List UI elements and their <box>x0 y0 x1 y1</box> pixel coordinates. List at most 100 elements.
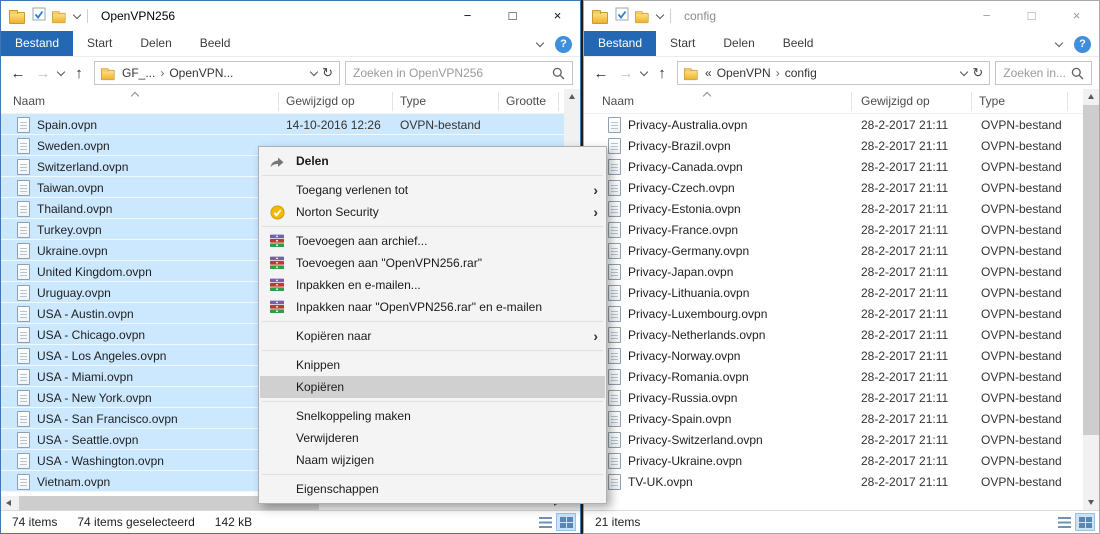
scroll-down-arrow[interactable] <box>1083 495 1099 510</box>
ribbon-tab-start[interactable]: Start <box>73 31 126 56</box>
help-icon[interactable]: ? <box>555 35 572 53</box>
ribbon-tab-beeld[interactable]: Beeld <box>186 31 245 56</box>
menu-item-knippen[interactable]: Knippen <box>260 354 605 376</box>
vertical-scrollbar-thumb[interactable] <box>1083 105 1099 435</box>
quick-access-chevron-icon[interactable] <box>72 10 82 19</box>
file-row-privacy-romania-ovpn[interactable]: Privacy-Romania.ovpn 28-2-2017 21:11 OVPN-… <box>584 366 1083 387</box>
ribbon-tab-bestand[interactable]: Bestand <box>1 31 74 56</box>
ribbon-tab-delen[interactable]: Delen <box>126 31 185 56</box>
quick-access-folder-icon[interactable] <box>635 10 649 23</box>
column-header-modified[interactable]: Gewijzigd op <box>861 94 930 108</box>
menu-item-kopi-ren-naar[interactable]: Kopiëren naar › <box>260 325 605 347</box>
column-header-type[interactable]: Type <box>400 94 426 108</box>
refresh-icon[interactable]: ↻ <box>322 65 333 81</box>
breadcrumb-overflow[interactable]: « <box>705 66 712 80</box>
ribbon-tab-start[interactable]: Start <box>656 31 709 56</box>
ribbon-tab-bestand[interactable]: Bestand <box>584 31 657 56</box>
menu-item-snelkoppeling-maken[interactable]: Snelkoppeling maken <box>260 405 605 427</box>
column-header-type[interactable]: Type <box>979 94 1005 108</box>
menu-item-norton-security[interactable]: Norton Security › <box>260 201 605 223</box>
menu-item-inpakken-naar-openvpn256-rar-en-e-mailen[interactable]: Inpakken naar "OpenVPN256.rar" en e-mail… <box>260 296 605 318</box>
address-bar[interactable]: « OpenVPN › config ↻ <box>677 61 991 85</box>
ribbon-tab-delen[interactable]: Delen <box>709 31 768 56</box>
file-row-privacy-luxembourg-ovpn[interactable]: Privacy-Luxembourg.ovpn 28-2-2017 21:11 OV… <box>584 303 1083 324</box>
file-row-privacy-spain-ovpn[interactable]: Privacy-Spain.ovpn 28-2-2017 21:11 OVPN-be… <box>584 408 1083 429</box>
file-row-privacy-japan-ovpn[interactable]: Privacy-Japan.ovpn 28-2-2017 21:11 OVPN-be… <box>584 261 1083 282</box>
thumbnails-view-button[interactable] <box>1075 513 1095 531</box>
quick-access-chevron-icon[interactable] <box>655 10 665 19</box>
help-icon[interactable]: ? <box>1074 35 1091 53</box>
menu-item-toegang-verlenen-tot[interactable]: Toegang verlenen tot › <box>260 179 605 201</box>
breadcrumb-segment[interactable]: OpenVPN <box>717 66 771 80</box>
quick-access-folder-icon[interactable] <box>52 10 66 23</box>
ribbon-collapse-icon[interactable] <box>535 38 545 47</box>
close-button[interactable]: × <box>535 1 580 30</box>
vertical-scrollbar[interactable] <box>1083 89 1099 510</box>
file-row-privacy-russia-ovpn[interactable]: Privacy-Russia.ovpn 28-2-2017 21:11 OVPN-b… <box>584 387 1083 408</box>
up-button[interactable]: ↑ <box>69 66 89 81</box>
file-row-privacy-czech-ovpn[interactable]: Privacy-Czech.ovpn 28-2-2017 21:11 OVPN-be… <box>584 177 1083 198</box>
column-header-size[interactable]: Grootte <box>506 94 546 108</box>
column-header-modified[interactable]: Gewijzigd op <box>286 94 355 108</box>
menu-item-naam-wijzigen[interactable]: Naam wijzigen <box>260 449 605 471</box>
file-row-privacy-australia-ovpn[interactable]: Privacy-Australia.ovpn 28-2-2017 21:11 OVP… <box>584 114 1083 135</box>
file-icon <box>17 242 30 259</box>
scroll-left-arrow[interactable] <box>1 496 16 510</box>
ribbon-collapse-icon[interactable] <box>1054 38 1064 47</box>
forward-button[interactable]: → <box>33 66 53 81</box>
file-row-privacy-netherlands-ovpn[interactable]: Privacy-Netherlands.ovpn 28-2-2017 21:11 O… <box>584 324 1083 345</box>
file-row-privacy-germany-ovpn[interactable]: Privacy-Germany.ovpn 28-2-2017 21:11 OVPN-… <box>584 240 1083 261</box>
address-bar[interactable]: GF_... › OpenVPN... ↻ <box>94 61 340 85</box>
quick-access-properties-icon[interactable] <box>615 7 629 26</box>
search-icon[interactable] <box>1071 67 1084 80</box>
file-row-privacy-brazil-ovpn[interactable]: Privacy-Brazil.ovpn 28-2-2017 21:11 OVPN-b… <box>584 135 1083 156</box>
search-input[interactable]: Zoeken in OpenVPN256 <box>345 61 573 85</box>
search-input[interactable]: Zoeken in... <box>995 61 1092 85</box>
file-row-privacy-lithuania-ovpn[interactable]: Privacy-Lithuania.ovpn 28-2-2017 21:11 OVP… <box>584 282 1083 303</box>
menu-item-toevoegen-aan-archief[interactable]: Toevoegen aan archief... <box>260 230 605 252</box>
column-header-name[interactable]: Naam <box>602 94 634 108</box>
file-row-privacy-ukraine-ovpn[interactable]: Privacy-Ukraine.ovpn 28-2-2017 21:11 OVPN-… <box>584 450 1083 471</box>
file-row-privacy-estonia-ovpn[interactable]: Privacy-Estonia.ovpn 28-2-2017 21:11 OVPN-… <box>584 198 1083 219</box>
history-chevron-icon[interactable] <box>56 67 66 76</box>
up-button[interactable]: ↑ <box>652 66 672 81</box>
file-row-privacy-norway-ovpn[interactable]: Privacy-Norway.ovpn 28-2-2017 21:11 OVPN-b… <box>584 345 1083 366</box>
thumbnails-view-button[interactable] <box>556 513 576 531</box>
address-dropdown-icon[interactable] <box>960 67 969 76</box>
breadcrumb-segment[interactable]: GF_... <box>122 66 155 80</box>
menu-item-eigenschappen[interactable]: Eigenschappen <box>260 478 605 500</box>
menu-item-kopi-ren[interactable]: Kopiëren <box>260 376 605 398</box>
menu-item-inpakken-en-e-mailen[interactable]: Inpakken en e-mailen... <box>260 274 605 296</box>
details-view-button[interactable] <box>1054 513 1074 531</box>
file-row-tv-uk-ovpn[interactable]: TV-UK.ovpn 28-2-2017 21:11 OVPN-bestand <box>584 471 1083 492</box>
breadcrumb-segment[interactable]: OpenVPN... <box>169 66 233 80</box>
address-dropdown-icon[interactable] <box>309 67 319 76</box>
forward-button[interactable]: → <box>616 66 636 81</box>
minimize-button[interactable]: − <box>964 1 1009 30</box>
quick-access-properties-icon[interactable] <box>32 7 46 26</box>
menu-item-verwijderen[interactable]: Verwijderen <box>260 427 605 449</box>
back-button[interactable]: ← <box>591 66 611 81</box>
maximize-button[interactable]: □ <box>1009 1 1054 30</box>
file-row-privacy-switzerland-ovpn[interactable]: Privacy-Switzerland.ovpn 28-2-2017 21:11 O… <box>584 429 1083 450</box>
scroll-up-arrow[interactable] <box>1083 89 1099 104</box>
menu-item-toevoegen-aan-openvpn256-rar[interactable]: Toevoegen aan "OpenVPN256.rar" <box>260 252 605 274</box>
file-row-privacy-canada-ovpn[interactable]: Privacy-Canada.ovpn 28-2-2017 21:11 OVPN-b… <box>584 156 1083 177</box>
file-row-spain-ovpn[interactable]: Spain.ovpn 14-10-2016 12:26 OVPN-bestand <box>1 114 564 135</box>
back-button[interactable]: ← <box>8 66 28 81</box>
minimize-button[interactable]: − <box>445 1 490 30</box>
details-view-button[interactable] <box>535 513 555 531</box>
title-bar[interactable]: OpenVPN256 − □ × <box>1 1 580 31</box>
breadcrumb-segment[interactable]: config <box>785 66 817 80</box>
scroll-up-arrow[interactable] <box>564 89 580 104</box>
maximize-button[interactable]: □ <box>490 1 535 30</box>
file-row-privacy-france-ovpn[interactable]: Privacy-France.ovpn 28-2-2017 21:11 OVPN-b… <box>584 219 1083 240</box>
refresh-icon[interactable]: ↻ <box>972 65 983 81</box>
history-chevron-icon[interactable] <box>639 67 649 76</box>
column-header-name[interactable]: Naam <box>13 94 45 108</box>
menu-item-delen[interactable]: Delen <box>260 150 605 172</box>
title-bar[interactable]: config − □ × <box>584 1 1099 31</box>
close-button[interactable]: × <box>1054 1 1099 30</box>
ribbon-tab-beeld[interactable]: Beeld <box>769 31 828 56</box>
search-icon[interactable] <box>552 67 565 80</box>
